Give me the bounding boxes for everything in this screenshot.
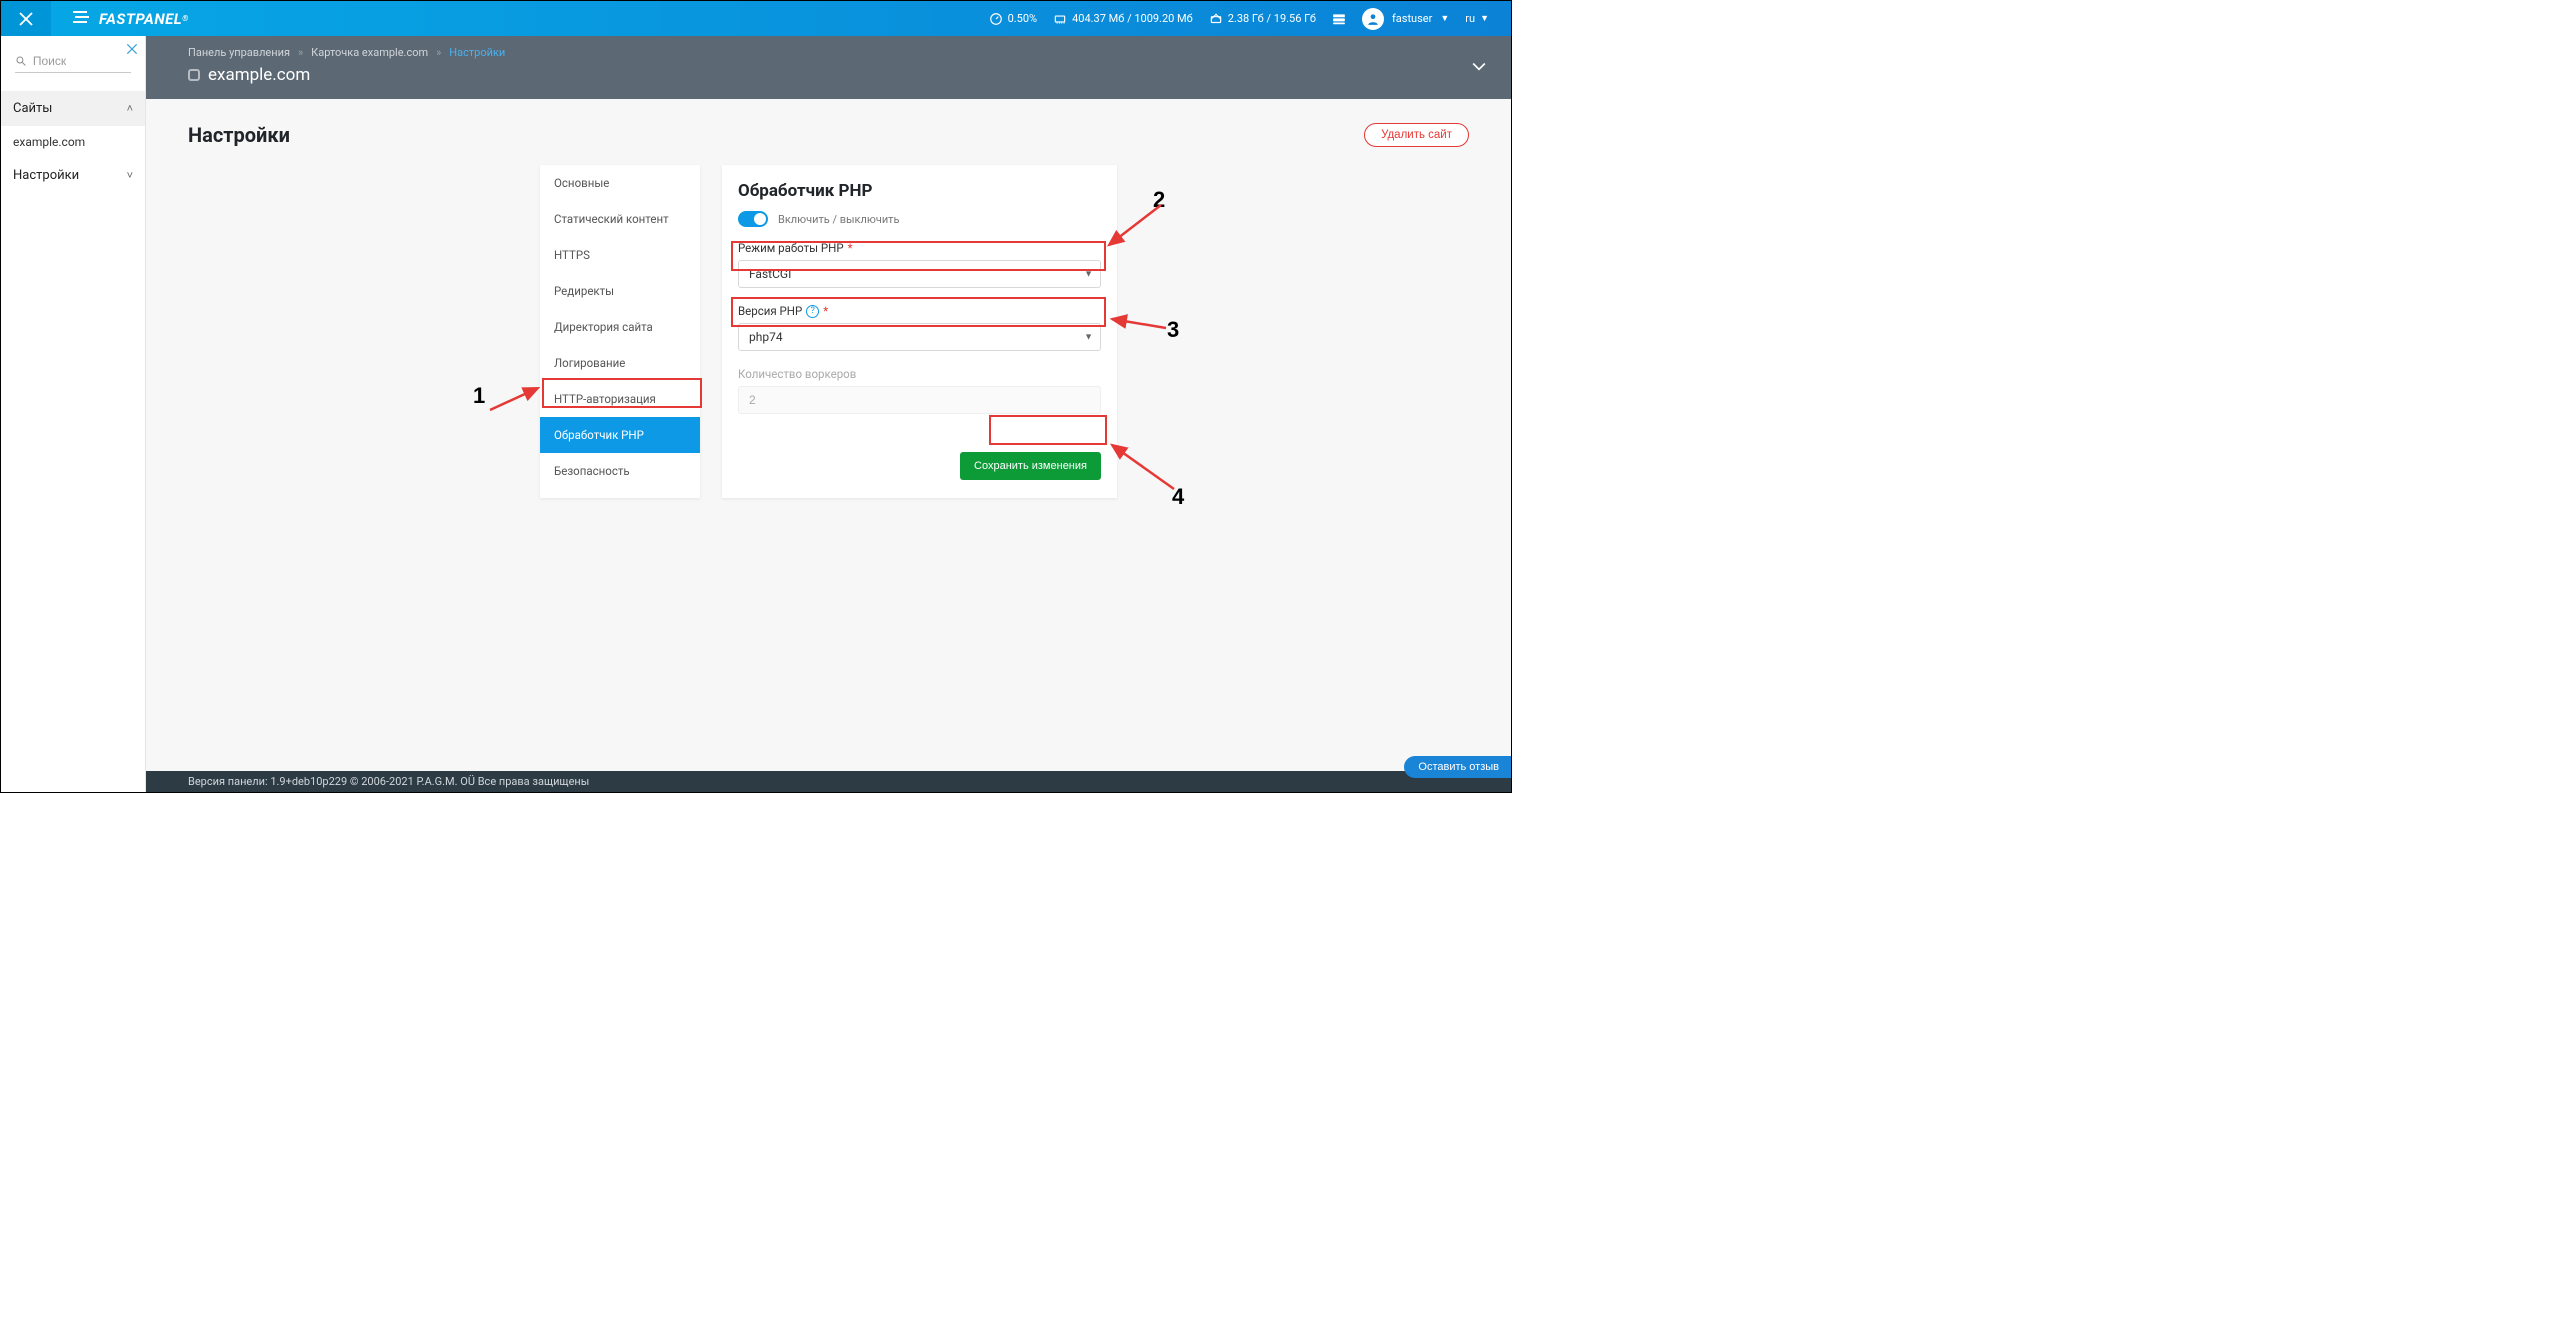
left-sidebar: Сайты ˄ example.com Настройки ˅ (1, 36, 146, 792)
mode-label: Режим работы PHP (738, 241, 844, 255)
breadcrumb-link[interactable]: Панель управления (188, 46, 290, 59)
username-label: fastuser (1392, 12, 1432, 25)
sidebar-item-example[interactable]: example.com (1, 126, 145, 158)
footer-text: Версия панели: 1.9+deb10p229 © 2006-2021… (146, 771, 1511, 792)
enable-toggle[interactable] (738, 211, 768, 227)
lang-switch[interactable]: ru ▼ (1465, 12, 1489, 25)
disk-stat: 2.38 Гб / 19.56 Гб (1209, 12, 1316, 26)
toggle-label: Включить / выключить (778, 213, 899, 226)
workers-label: Количество воркеров (738, 367, 856, 381)
settings-tab[interactable]: Логирование (540, 345, 700, 381)
top-header: FASTPANEL® 0.50% 404.37 Мб / 1009.20 Мб … (1, 1, 1511, 36)
gauge-icon (989, 12, 1003, 26)
settings-tab[interactable]: Обработчик PHP (540, 417, 700, 453)
logo[interactable]: FASTPANEL® (73, 10, 189, 28)
pin-icon[interactable] (125, 42, 139, 60)
settings-tab[interactable]: Основные (540, 165, 700, 201)
search-input[interactable] (33, 54, 131, 68)
settings-tab[interactable]: Редиректы (540, 273, 700, 309)
form-title: Обработчик PHP (738, 181, 1101, 201)
sidebar-section-label: Сайты (13, 101, 52, 116)
chevron-down-icon: ▼ (1480, 13, 1489, 24)
chevron-up-icon: ˄ (127, 102, 133, 115)
settings-tab[interactable]: Директория сайта (540, 309, 700, 345)
breadcrumb-current: Настройки (449, 46, 505, 59)
logo-text: FASTPANEL (99, 10, 182, 28)
server-indicator[interactable] (1332, 12, 1346, 26)
avatar-icon (1362, 8, 1384, 30)
cpu-stat: 0.50% (989, 12, 1038, 26)
settings-tab[interactable]: HTTP-авторизация (540, 381, 700, 417)
site-title: example.com (208, 65, 310, 85)
breadcrumb-link[interactable]: Карточка example.com (311, 46, 428, 59)
ram-stat: 404.37 Мб / 1009.20 Мб (1053, 12, 1193, 26)
user-menu[interactable]: fastuser ▼ (1362, 8, 1449, 30)
help-icon[interactable]: ? (806, 305, 819, 318)
memory-icon (1053, 12, 1067, 26)
php-mode-select[interactable]: FastCGI (738, 260, 1101, 288)
delete-site-button[interactable]: Удалить сайт (1364, 123, 1469, 147)
settings-tab[interactable]: Безопасность (540, 453, 700, 489)
sub-header: Панель управления » Карточка example.com… (146, 36, 1511, 99)
chevron-down-icon: ˅ (127, 169, 133, 182)
feedback-button[interactable]: Оставить отзыв (1404, 756, 1511, 778)
save-button[interactable]: Сохранить изменения (960, 452, 1101, 480)
server-icon (1332, 12, 1346, 26)
sidebar-section-sites[interactable]: Сайты ˄ (1, 91, 145, 126)
version-label: Версия PHP (738, 304, 802, 318)
expand-toggle[interactable] (1469, 56, 1489, 80)
close-button[interactable] (1, 1, 51, 36)
status-indicator-icon (188, 69, 200, 81)
php-handler-form: Обработчик PHP Включить / выключить Режи… (722, 165, 1117, 498)
settings-tab[interactable]: Статический контент (540, 201, 700, 237)
chevron-down-icon: ▼ (1440, 13, 1449, 24)
search-icon (15, 54, 27, 68)
workers-input (738, 386, 1101, 414)
sidebar-section-label: Настройки (13, 168, 79, 183)
settings-tabs: ОсновныеСтатический контентHTTPSРедирект… (540, 165, 700, 498)
sidebar-section-settings[interactable]: Настройки ˅ (1, 158, 145, 193)
settings-tab[interactable]: HTTPS (540, 237, 700, 273)
breadcrumb: Панель управления » Карточка example.com… (188, 46, 1469, 59)
disk-icon (1209, 12, 1223, 26)
main-area: Панель управления » Карточка example.com… (146, 36, 1511, 792)
page-title: Настройки (188, 123, 290, 147)
php-version-select[interactable]: php74 (738, 323, 1101, 351)
logo-stripes-icon (73, 10, 91, 28)
